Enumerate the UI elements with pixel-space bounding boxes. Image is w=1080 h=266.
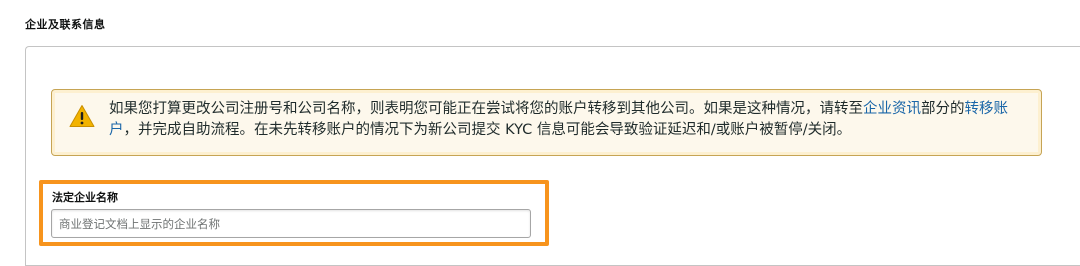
alert-text-part2: 部分的 xyxy=(921,101,965,117)
section-title: 企业及联系信息 xyxy=(25,18,106,31)
alert-message: 如果您打算更改公司注册号和公司名称，则表明您可能正在尝试将您的账户转移到其他公司… xyxy=(109,99,1027,141)
business-info-link[interactable]: 企业资讯 xyxy=(863,101,921,117)
legal-name-label: 法定企业名称 xyxy=(52,191,118,204)
warning-icon xyxy=(69,105,95,127)
legal-name-input[interactable] xyxy=(51,209,531,238)
alert-text-part3: ，并完成自助流程。在未先转移账户的情况下为新公司提交 KYC 信息可能会导致验证… xyxy=(123,122,852,138)
warning-alert: 如果您打算更改公司注册号和公司名称，则表明您可能正在尝试将您的账户转移到其他公司… xyxy=(51,89,1042,156)
alert-text-part1: 如果您打算更改公司注册号和公司名称，则表明您可能正在尝试将您的账户转移到其他公司… xyxy=(109,101,863,117)
